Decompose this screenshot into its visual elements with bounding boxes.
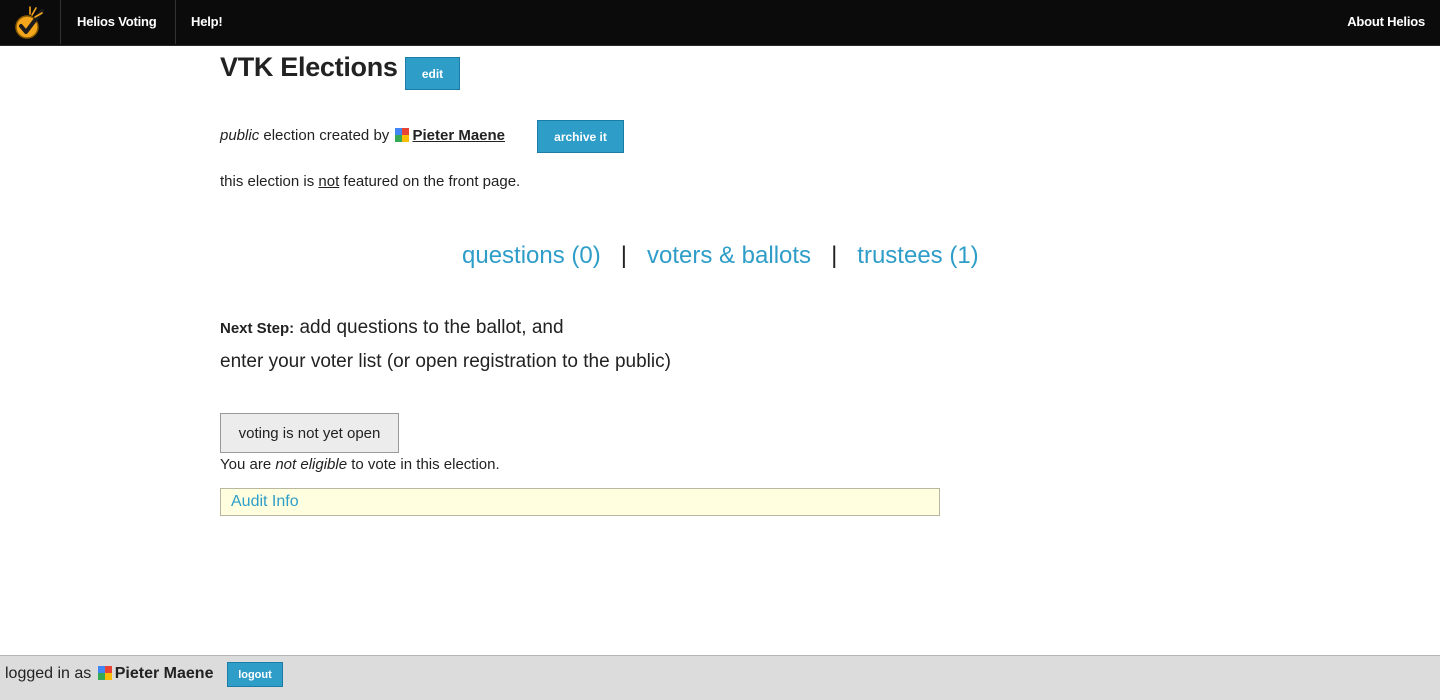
page-title: VTK Elections	[220, 52, 398, 82]
voting-status-button[interactable]: voting is not yet open	[220, 413, 399, 453]
google-account-icon	[97, 666, 112, 680]
creator-line: public election created by Pieter Maene	[220, 127, 505, 144]
tab-voters-ballots[interactable]: voters & ballots	[647, 242, 811, 269]
next-step-instructions: Next Step: add questions to the ballot, …	[220, 311, 671, 378]
login-status: logged in as Pieter Maene	[5, 665, 213, 683]
next-step-line2: enter your voter list (or open registrat…	[220, 351, 671, 372]
nav-helios-voting[interactable]: Helios Voting	[77, 0, 157, 44]
edit-button[interactable]: edit	[405, 57, 460, 90]
visibility-label: public	[220, 127, 260, 144]
tab-separator: |	[831, 242, 838, 269]
tab-questions[interactable]: questions (0)	[462, 242, 601, 269]
google-account-icon	[395, 128, 410, 142]
creator-link[interactable]: Pieter Maene	[412, 127, 505, 144]
next-step-label: Next Step:	[220, 320, 295, 337]
nav-divider	[60, 0, 61, 44]
nav-help[interactable]: Help!	[191, 0, 223, 44]
featured-status: this election is not featured on the fro…	[220, 173, 520, 190]
audit-info-link[interactable]: Audit Info	[231, 493, 299, 510]
featured-suffix: featured on the front page.	[343, 173, 521, 190]
footer-bar: logged in as Pieter Maene logout	[0, 655, 1440, 700]
logout-button[interactable]: logout	[227, 662, 283, 687]
next-step-line1: add questions to the ballot, and	[299, 317, 564, 338]
tab-trustees[interactable]: trustees (1)	[857, 242, 978, 269]
nav-about-helios[interactable]: About Helios	[1347, 0, 1425, 44]
eligibility-message: You are not eligible to vote in this ele…	[220, 456, 500, 473]
logged-in-user: Pieter Maene	[114, 665, 214, 682]
tab-separator: |	[620, 242, 627, 269]
archive-button[interactable]: archive it	[537, 120, 624, 153]
eligibility-prefix: You are	[220, 456, 272, 473]
top-navbar: Helios Voting Help! About Helios	[0, 0, 1440, 46]
eligibility-suffix: to vote in this election.	[351, 456, 500, 473]
logged-in-as-text: logged in as	[5, 665, 92, 682]
featured-not: not	[318, 173, 340, 190]
eligibility-emph: not eligible	[275, 456, 348, 473]
nav-divider	[175, 0, 176, 44]
helios-logo-icon[interactable]	[12, 5, 48, 41]
created-by-text: election created by	[263, 127, 390, 144]
audit-info-box: Audit Info	[220, 488, 940, 516]
featured-prefix: this election is	[220, 173, 315, 190]
